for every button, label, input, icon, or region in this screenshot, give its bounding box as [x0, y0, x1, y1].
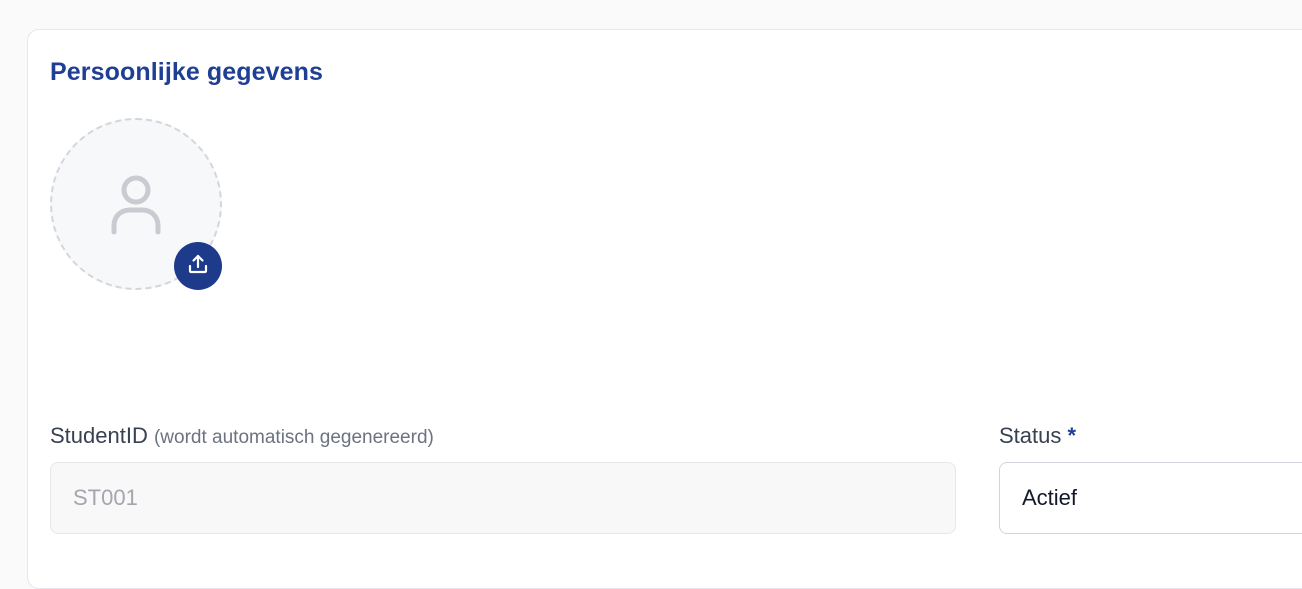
section-title: Persoonlijke gegevens — [50, 58, 324, 86]
user-icon — [110, 172, 162, 236]
avatar-upload — [50, 118, 222, 290]
status-select[interactable]: Actief — [999, 462, 1302, 534]
upload-photo-button[interactable] — [174, 242, 222, 290]
required-marker: * — [1067, 423, 1077, 448]
status-label-text: Status — [999, 423, 1062, 448]
student-id-label-text: StudentID — [50, 423, 148, 448]
status-value: Actief — [1022, 485, 1078, 510]
status-label: Status * — [999, 423, 1076, 449]
upload-icon — [186, 252, 210, 281]
student-id-input: ST001 — [50, 462, 956, 534]
personal-details-card: Persoonlijke gegevens StudentID (wordt a… — [27, 29, 1302, 589]
student-id-hint: (wordt automatisch gegenereerd) — [153, 427, 434, 448]
student-id-label: StudentID (wordt automatisch gegenereerd… — [50, 423, 434, 449]
student-id-value: ST001 — [73, 485, 138, 510]
